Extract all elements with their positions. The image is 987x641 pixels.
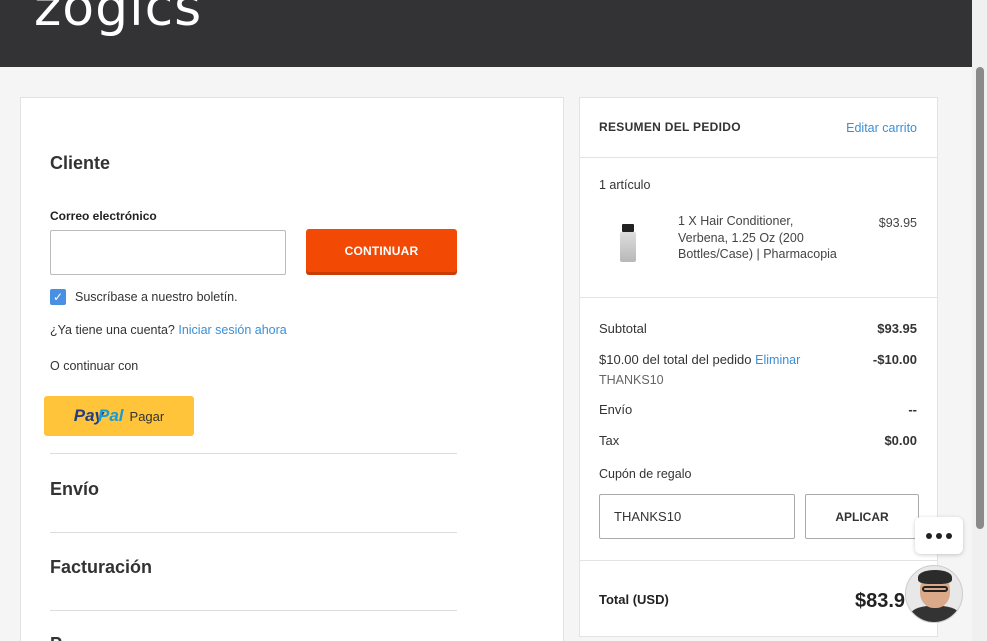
tax-label: Tax — [599, 433, 620, 448]
section-divider — [50, 532, 457, 533]
section-divider — [50, 453, 457, 454]
shipping-label: Envío — [599, 402, 633, 417]
site-header: zogics — [0, 0, 972, 67]
section-divider — [50, 610, 457, 611]
discount-label: $10.00 del total del pedido — [599, 352, 752, 367]
total-value: $83.9 — [855, 590, 906, 612]
product-thumbnail — [620, 224, 636, 262]
total-label: Total (USD) — [599, 592, 669, 607]
subtotal-value: $93.95 — [877, 321, 917, 336]
checkout-steps-panel: Cliente Correo electrónico CONTINUAR ✓ S… — [20, 97, 564, 641]
summary-divider — [580, 560, 937, 561]
tax-value: $0.00 — [884, 433, 917, 448]
paypal-logo: PayPal — [73, 406, 124, 425]
discount-value: -$10.00 — [872, 352, 917, 367]
coupon-field[interactable]: THANKS10 — [599, 494, 795, 539]
discount-row: $10.00 del total del pedido Eliminar — [599, 352, 800, 367]
page-scrollbar[interactable] — [972, 0, 987, 641]
email-field[interactable] — [50, 230, 286, 275]
account-question: ¿Ya tiene una cuenta? — [50, 323, 175, 337]
paypal-button-label: Pagar — [129, 408, 165, 424]
subtotal-label: Subtotal — [599, 321, 647, 336]
newsletter-label: Suscríbase a nuestro boletín. — [75, 290, 238, 304]
apply-coupon-button[interactable]: APLICAR — [805, 494, 919, 539]
more-options-button[interactable] — [915, 517, 963, 554]
email-label: Correo electrónico — [50, 209, 157, 223]
customer-section-title: Cliente — [50, 153, 111, 173]
product-price: $93.95 — [878, 216, 917, 230]
newsletter-checkbox[interactable]: ✓ — [50, 289, 66, 305]
site-logo[interactable]: zogics — [34, 0, 202, 38]
discount-code: THANKS10 — [599, 373, 664, 387]
continue-with-label: O continuar con — [50, 359, 139, 373]
item-count: 1 artículo — [599, 178, 651, 192]
shipping-section-title[interactable]: Envío — [50, 479, 99, 500]
shipping-value: -- — [908, 402, 917, 417]
account-prompt: ¿Ya tiene una cuenta? Iniciar sesión aho… — [50, 323, 287, 337]
order-summary-title: RESUMEN DEL PEDIDO — [599, 120, 741, 134]
login-link[interactable]: Iniciar sesión ahora — [178, 323, 286, 337]
chat-agent-avatar[interactable] — [905, 565, 963, 623]
product-name: 1 X Hair Conditioner, Verbena, 1.25 Oz (… — [678, 214, 837, 261]
billing-section-title[interactable]: Facturación — [50, 557, 152, 578]
scrollbar-thumb[interactable] — [976, 67, 984, 529]
remove-discount-link[interactable]: Eliminar — [755, 353, 800, 367]
summary-divider — [580, 297, 937, 298]
payment-section-title[interactable]: P — [50, 634, 62, 641]
edit-cart-link[interactable]: Editar carrito — [846, 121, 917, 135]
summary-divider — [580, 157, 937, 158]
order-summary-panel: RESUMEN DEL PEDIDO Editar carrito 1 artí… — [579, 97, 938, 637]
coupon-label: Cupón de regalo — [599, 467, 692, 481]
continue-button[interactable]: CONTINUAR — [306, 229, 457, 272]
paypal-button[interactable]: PayPal Pagar — [44, 396, 194, 436]
